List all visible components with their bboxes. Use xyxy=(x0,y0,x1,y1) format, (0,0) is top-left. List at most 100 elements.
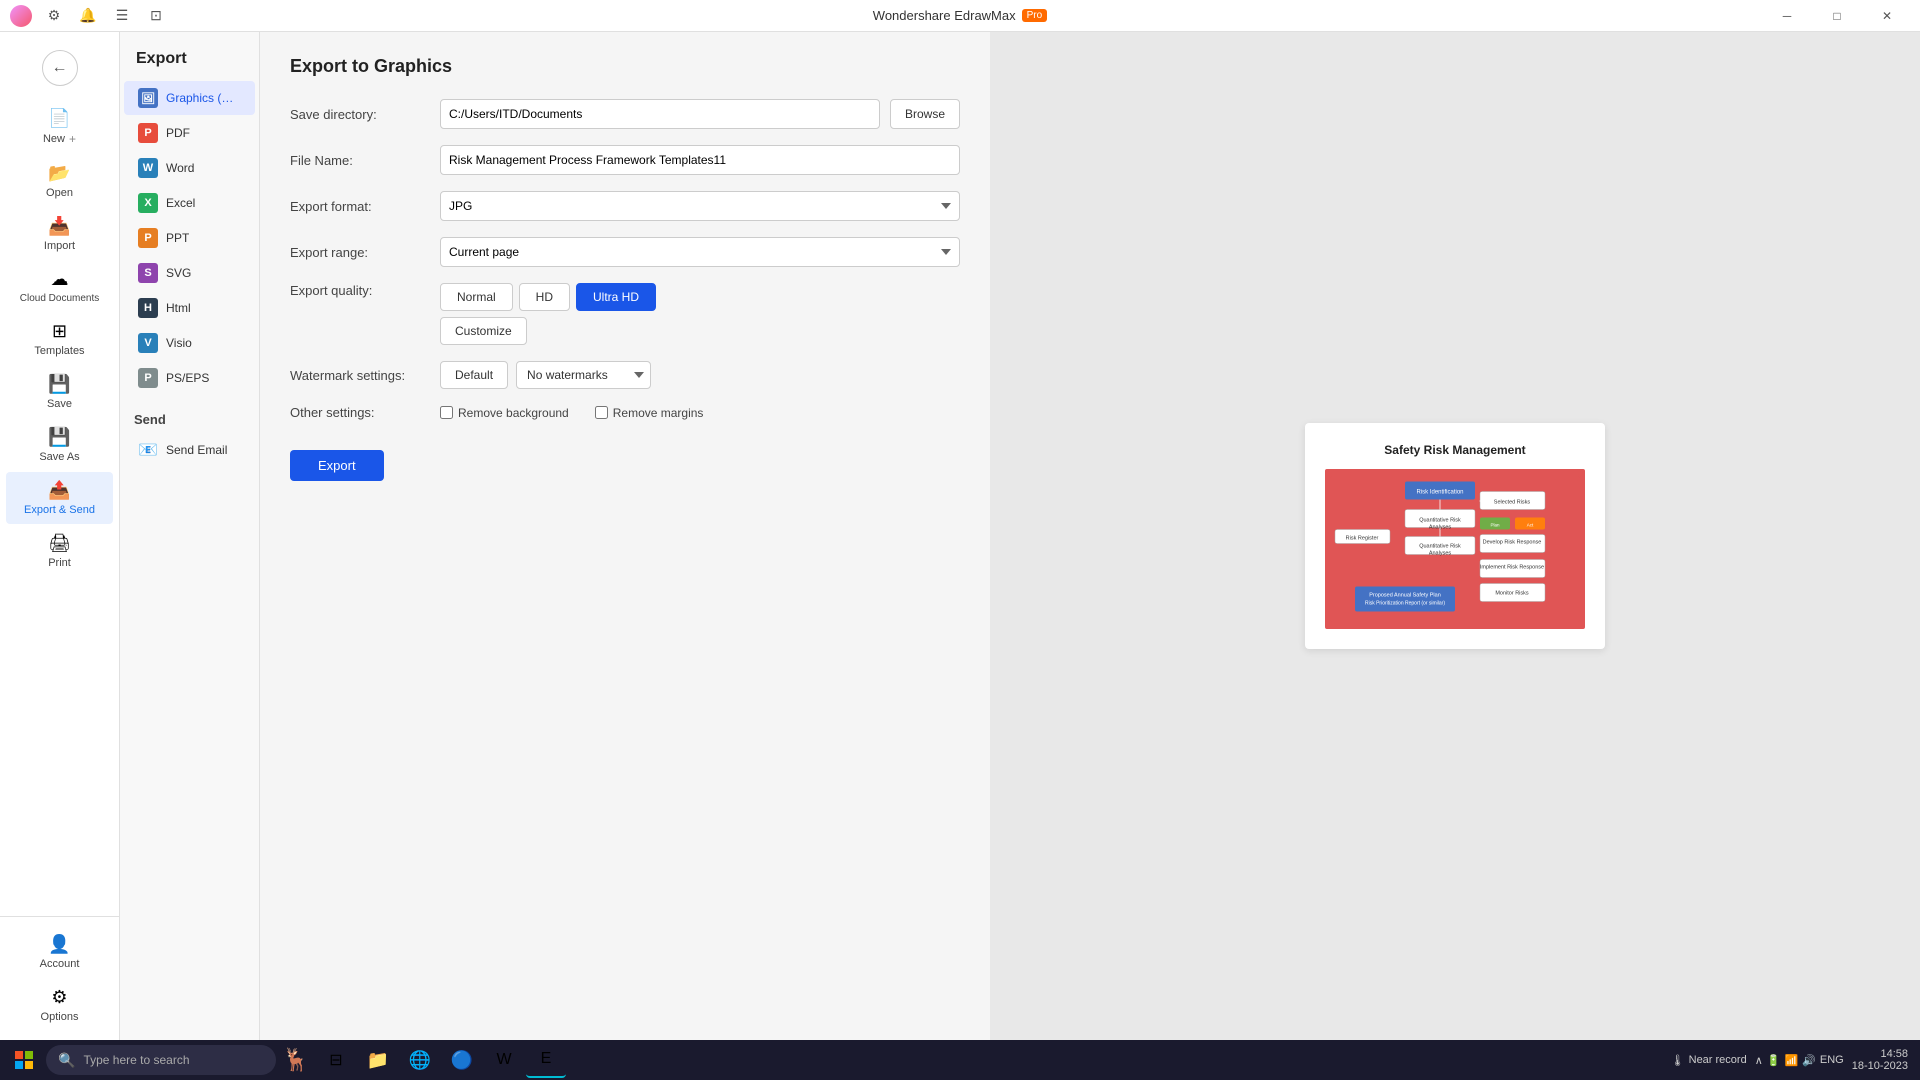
sidebar-item-open[interactable]: 📂 Open xyxy=(6,155,113,207)
back-button[interactable]: ← xyxy=(0,40,119,96)
quality-normal-button[interactable]: Normal xyxy=(440,283,513,311)
export-button[interactable]: Export xyxy=(290,450,384,481)
svg-text:Develop Risk Response: Develop Risk Response xyxy=(1483,540,1542,546)
remove-background-checkbox[interactable] xyxy=(440,406,453,419)
svg-text:Selected Risks: Selected Risks xyxy=(1494,500,1531,506)
app-title-text: Wondershare EdrawMax xyxy=(873,8,1016,23)
export-excel-label: Excel xyxy=(166,196,195,210)
sidebar-item-print[interactable]: 🖨 Print xyxy=(6,525,113,577)
layout-icon[interactable]: ⊡ xyxy=(142,2,170,30)
clock[interactable]: 14:58 18-10-2023 xyxy=(1852,1048,1908,1072)
sidebar-save-label: Save xyxy=(47,398,72,410)
save-icon: 💾 xyxy=(48,374,70,395)
taskbar-app-edge[interactable]: 🌐 xyxy=(400,1042,440,1078)
pseps-icon: P xyxy=(138,368,158,388)
minimize-button[interactable]: ─ xyxy=(1764,0,1810,32)
close-button[interactable]: ✕ xyxy=(1864,0,1910,32)
taskbar-app-edraw[interactable]: E xyxy=(526,1042,566,1078)
sidebar-item-new[interactable]: 📄 New + xyxy=(6,100,113,154)
sidebar-item-import[interactable]: 📥 Import xyxy=(6,208,113,260)
watermark-default-button[interactable]: Default xyxy=(440,361,508,389)
export-format-select[interactable]: JPG PNG BMP SVG xyxy=(440,191,960,221)
remove-background-checkbox-label[interactable]: Remove background xyxy=(440,406,569,420)
bell-icon[interactable]: 🔔 xyxy=(74,2,102,30)
windows-icon xyxy=(15,1051,33,1069)
cloud-icon: ☁ xyxy=(51,269,69,290)
file-name-row: File Name: xyxy=(290,145,960,175)
taskbar-search[interactable]: 🔍 Type here to search xyxy=(46,1045,276,1075)
sidebar-new-label: New xyxy=(43,133,65,145)
maximize-button[interactable]: □ xyxy=(1814,0,1860,32)
export-item-visio[interactable]: V Visio xyxy=(124,326,255,360)
sidebar-item-templates[interactable]: ⊞ Templates xyxy=(6,313,113,365)
sidebar-item-options[interactable]: ⚙ Options xyxy=(6,979,113,1031)
templates-icon: ⊞ xyxy=(52,321,67,342)
file-name-input[interactable] xyxy=(440,145,960,175)
remove-margins-checkbox-label[interactable]: Remove margins xyxy=(595,406,704,420)
taskbar-app-word[interactable]: W xyxy=(484,1042,524,1078)
send-item-email[interactable]: 📧 Send Email xyxy=(134,433,245,467)
watermark-row: Watermark settings: Default No watermark… xyxy=(290,361,960,389)
sidebar-item-save[interactable]: 💾 Save xyxy=(6,366,113,418)
taskbar-app-chrome[interactable]: 🔵 xyxy=(442,1042,482,1078)
settings-icon[interactable]: ⚙ xyxy=(40,2,68,30)
sidebar-import-label: Import xyxy=(44,240,75,252)
quality-hd-button[interactable]: HD xyxy=(519,283,570,311)
visio-icon: V xyxy=(138,333,158,353)
svg-text:Risk Prioritization Report (or: Risk Prioritization Report (or similar) xyxy=(1365,601,1445,607)
taskbar: 🔍 Type here to search 🦌 ⊟ 📁 🌐 🔵 W E 🌡 Ne… xyxy=(0,1040,1920,1080)
export-quality-label: Export quality: xyxy=(290,283,430,298)
back-circle-icon: ← xyxy=(42,50,78,86)
watermark-select[interactable]: No watermarks Custom watermark xyxy=(516,361,651,389)
export-item-pdf[interactable]: P PDF xyxy=(124,116,255,150)
export-item-excel[interactable]: X Excel xyxy=(124,186,255,220)
taskbar-app-files[interactable]: 📁 xyxy=(358,1042,398,1078)
export-item-graphics[interactable]: 🖼 Graphics (PNG, JPG e... xyxy=(124,81,255,115)
email-icon: 📧 xyxy=(138,440,158,460)
pdf-icon: P xyxy=(138,123,158,143)
sidebar-item-saveas[interactable]: 💾 Save As xyxy=(6,419,113,471)
time-text: 14:58 xyxy=(1852,1048,1908,1060)
sidebar-item-cloud[interactable]: ☁ Cloud Documents xyxy=(6,261,113,312)
sidebar-options-label: Options xyxy=(41,1011,79,1023)
taskbar-app-taskview[interactable]: ⊟ xyxy=(316,1042,356,1078)
watermark-buttons: Default No watermarks Custom watermark xyxy=(440,361,651,389)
main-content: Export to Graphics Save directory: Brows… xyxy=(260,32,1920,1040)
new-icon: 📄 xyxy=(48,108,70,129)
file-name-label: File Name: xyxy=(290,153,430,168)
remove-margins-text: Remove margins xyxy=(613,406,704,420)
watermark-label: Watermark settings: xyxy=(290,368,430,383)
tray-arrow-icon[interactable]: ∧ xyxy=(1755,1054,1763,1067)
search-icon: 🔍 xyxy=(58,1052,75,1069)
graphics-icon: 🖼 xyxy=(138,88,158,108)
export-item-html[interactable]: H Html xyxy=(124,291,255,325)
export-form-title: Export to Graphics xyxy=(290,56,960,77)
print-icon: 🖨 xyxy=(48,533,71,554)
export-item-pseps[interactable]: P PS/EPS xyxy=(124,361,255,395)
export-range-select[interactable]: Current page All pages Selected objects xyxy=(440,237,960,267)
send-section: Send 📧 Send Email xyxy=(120,396,259,473)
open-icon: 📂 xyxy=(48,163,70,184)
ppt-icon: P xyxy=(138,228,158,248)
weather-widget[interactable]: 🌡 Near record xyxy=(1671,1054,1747,1067)
quality-ultrahd-button[interactable]: Ultra HD xyxy=(576,283,656,311)
svg-text:Implement Risk Response: Implement Risk Response xyxy=(1480,565,1544,571)
start-button[interactable] xyxy=(4,1042,44,1078)
save-directory-row: Save directory: Browse xyxy=(290,99,960,129)
save-directory-input[interactable] xyxy=(440,99,880,129)
svg-text:Act: Act xyxy=(1527,523,1534,528)
remove-margins-checkbox[interactable] xyxy=(595,406,608,419)
export-item-ppt[interactable]: P PPT xyxy=(124,221,255,255)
export-range-label: Export range: xyxy=(290,245,430,260)
avatar[interactable] xyxy=(10,5,32,27)
export-item-svg[interactable]: S SVG xyxy=(124,256,255,290)
menu-icon[interactable]: ☰ xyxy=(108,2,136,30)
sidebar-item-account[interactable]: 👤 Account xyxy=(6,926,113,978)
svg-text:Plan: Plan xyxy=(1490,523,1500,528)
export-range-row: Export range: Current page All pages Sel… xyxy=(290,237,960,267)
export-item-word[interactable]: W Word xyxy=(124,151,255,185)
sidebar-item-export[interactable]: 📤 Export & Send xyxy=(6,472,113,524)
export-icon: 📤 xyxy=(48,480,70,501)
browse-button[interactable]: Browse xyxy=(890,99,960,129)
customize-button[interactable]: Customize xyxy=(440,317,527,345)
